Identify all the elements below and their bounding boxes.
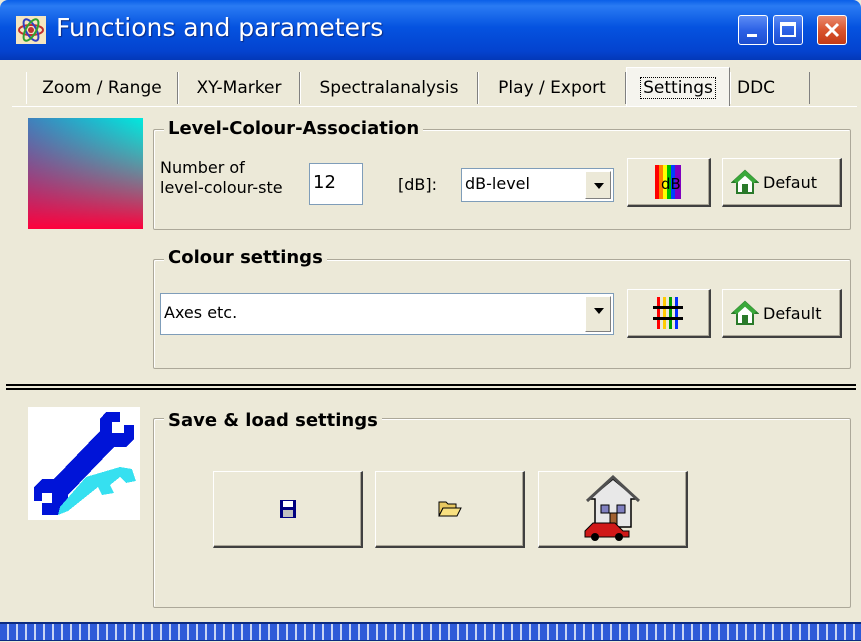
db-label: [dB]:: [398, 175, 438, 194]
save-settings-button[interactable]: [213, 471, 363, 548]
svg-text:dB: dB: [661, 175, 681, 193]
house-icon: [731, 169, 759, 194]
title-bar: Functions and parameters: [0, 0, 861, 60]
db-level-select-value: dB-level: [465, 174, 530, 193]
level-default-label: Defaut: [763, 173, 818, 192]
level-palette-button[interactable]: dB: [627, 158, 711, 207]
progress-bar: [0, 622, 861, 641]
maximize-button[interactable]: [773, 15, 803, 45]
house-car-icon: [584, 475, 641, 541]
steps-label-line2: level-colour-ste: [160, 178, 283, 197]
wrench-tools-picture: [28, 407, 140, 520]
minimize-icon: [747, 34, 757, 37]
tab-ddc[interactable]: DDC: [730, 72, 810, 104]
tab-panel-border: [12, 106, 857, 107]
chevron-down-icon[interactable]: [585, 296, 611, 332]
colour-target-select-value: Axes etc.: [164, 303, 238, 322]
minimize-button[interactable]: [738, 15, 768, 45]
tab-spectralanalysis[interactable]: Spectralanalysis: [300, 72, 478, 104]
tab-play-export[interactable]: Play / Export: [478, 72, 626, 104]
colour-target-select[interactable]: Axes etc.: [160, 293, 614, 335]
db-level-select[interactable]: dB-level: [461, 168, 614, 202]
window-title: Functions and parameters: [56, 13, 384, 42]
maximize-icon: [780, 22, 796, 37]
steps-label-line1: Number of: [160, 158, 245, 177]
level-colour-preview: [28, 118, 143, 229]
level-colour-title: Level-Colour-Association: [164, 118, 424, 139]
chevron-down-icon[interactable]: [585, 171, 611, 199]
colour-default-button[interactable]: Default: [722, 289, 842, 338]
steps-input[interactable]: 12: [309, 163, 363, 205]
colour-settings-title: Colour settings: [164, 247, 327, 268]
tab-settings[interactable]: Settings: [626, 67, 730, 107]
tab-xy-marker[interactable]: XY-Marker: [178, 72, 300, 104]
house-icon: [731, 300, 759, 325]
wrench-icon: [34, 412, 136, 515]
app-atom-icon: [16, 16, 46, 44]
save-load-title: Save & load settings: [164, 410, 382, 431]
tab-zoom-range[interactable]: Zoom / Range: [26, 72, 178, 104]
color-grid-icon: [653, 297, 683, 329]
colour-palette-button[interactable]: [627, 289, 711, 338]
close-button[interactable]: [817, 15, 847, 45]
folder-open-icon: [438, 501, 462, 517]
level-default-button[interactable]: Defaut: [722, 158, 842, 207]
section-separator: [6, 384, 856, 390]
colour-default-label: Default: [763, 304, 822, 323]
close-icon: [824, 22, 840, 38]
default-location-button[interactable]: [538, 471, 688, 548]
db-rainbow-icon: dB: [655, 165, 681, 199]
floppy-disk-icon: [280, 500, 296, 518]
load-settings-button[interactable]: [375, 471, 525, 548]
